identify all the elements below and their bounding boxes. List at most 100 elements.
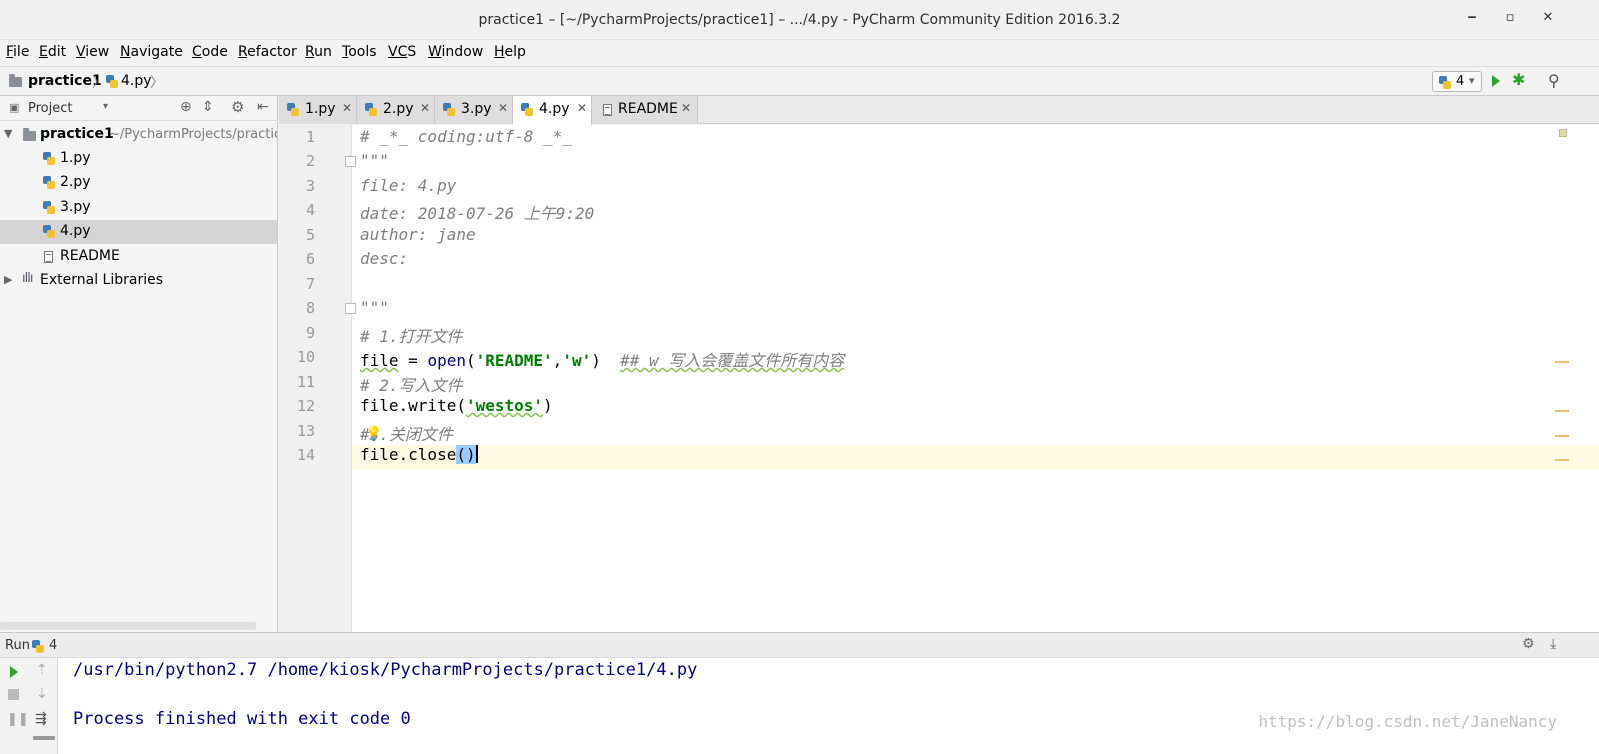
- menu-file[interactable]: File: [6, 44, 29, 60]
- code-token: file.close: [360, 445, 457, 464]
- tab-2py[interactable]: 2.py ✕: [357, 96, 435, 124]
- code-token: ): [591, 351, 621, 370]
- collapsed-arrow-icon[interactable]: ▶: [4, 273, 12, 286]
- code-token: open: [427, 351, 466, 370]
- python-file-icon: [43, 225, 55, 238]
- tree-item-readme[interactable]: README: [0, 245, 277, 269]
- error-stripe-mark[interactable]: [1555, 435, 1569, 437]
- tree-item-label: External Libraries: [40, 272, 163, 288]
- code-editor[interactable]: 1 2 3 4 5 6 7 8 9 10 11 12 13 14 # _*_ c…: [279, 125, 1599, 632]
- expanded-arrow-icon[interactable]: ▼: [4, 127, 12, 140]
- tab-4py[interactable]: 4.py ✕: [513, 96, 592, 125]
- line-number: 14: [296, 446, 315, 464]
- python-file-icon: [443, 103, 455, 116]
- tree-item-2py[interactable]: 2.py: [0, 171, 277, 195]
- code-line-14: file.close(): [360, 445, 478, 464]
- python-file-icon: [365, 103, 377, 116]
- lightbulb-icon[interactable]: 💡: [365, 426, 382, 442]
- fold-marker-icon[interactable]: [345, 156, 356, 167]
- project-panel: ▣ Project ▾ ⊕ ⇕ ⚙ ⇤ ▼ practice1 ~/Pychar…: [0, 96, 278, 632]
- breadcrumb-file[interactable]: 4.py: [121, 73, 152, 89]
- scroll-handle[interactable]: [33, 736, 55, 740]
- line-number: 3: [305, 177, 315, 195]
- tab-readme[interactable]: README ✕: [592, 96, 698, 124]
- watermark: https://blog.csdn.net/JaneNancy: [1258, 712, 1557, 731]
- menu-window[interactable]: Window: [428, 44, 483, 60]
- gear-icon[interactable]: ⚙: [231, 98, 244, 116]
- locate-icon[interactable]: ⊕: [180, 99, 192, 115]
- close-icon[interactable]: ✕: [342, 101, 352, 115]
- close-icon[interactable]: ✕: [498, 101, 508, 115]
- tree-item-external-libraries[interactable]: ▶ ıllı External Libraries: [0, 269, 277, 293]
- arrow-up-icon[interactable]: ⇡: [36, 662, 48, 678]
- rerun-icon[interactable]: [10, 666, 18, 678]
- error-stripe-mark[interactable]: [1555, 459, 1569, 461]
- error-stripe-mark[interactable]: [1555, 410, 1569, 412]
- code-token: 'westos': [465, 396, 544, 415]
- breadcrumb-project[interactable]: practice1: [28, 73, 102, 89]
- python-config-icon: [32, 640, 44, 653]
- gear-icon[interactable]: ⚙: [1522, 636, 1535, 652]
- folder-icon: [9, 74, 22, 87]
- tree-root[interactable]: ▼ practice1 ~/PycharmProjects/practice1: [0, 123, 277, 147]
- tree-item-label: 1.py: [60, 150, 91, 166]
- tab-3py[interactable]: 3.py ✕: [435, 96, 513, 124]
- maximize-button[interactable]: ▫: [1498, 10, 1522, 30]
- fold-marker-icon[interactable]: [345, 303, 356, 314]
- code-line-4: date: 2018-07-26 上午9:20: [360, 204, 595, 223]
- menu-tools[interactable]: Tools: [342, 44, 377, 60]
- code-token: (: [465, 351, 476, 370]
- inspection-status-icon[interactable]: [1559, 129, 1567, 137]
- menu-refactor[interactable]: Refactor: [238, 44, 297, 60]
- hide-panel-icon[interactable]: ⇤: [257, 99, 269, 115]
- line-number: 10: [296, 348, 315, 366]
- code-line-5: author: jane: [360, 225, 476, 244]
- code-token: =: [398, 351, 428, 370]
- python-file-icon: [106, 75, 118, 88]
- code-token: 'README': [475, 351, 553, 370]
- minimize-button[interactable]: ‒: [1460, 10, 1484, 30]
- run-icon[interactable]: [1492, 75, 1500, 87]
- close-icon[interactable]: ✕: [681, 101, 691, 115]
- chevron-down-icon[interactable]: ▾: [103, 101, 108, 112]
- line-number: 5: [305, 226, 315, 244]
- tab-1py[interactable]: 1.py ✕: [279, 96, 357, 124]
- menu-help[interactable]: Help: [494, 44, 526, 60]
- stop-icon[interactable]: [8, 689, 19, 700]
- tree-item-3py[interactable]: 3.py: [0, 196, 277, 220]
- horizontal-scrollbar[interactable]: [0, 622, 256, 630]
- menu-navigate[interactable]: Navigate: [120, 44, 183, 60]
- code-line-6: desc:: [360, 249, 409, 268]
- error-stripe-mark[interactable]: [1555, 361, 1569, 363]
- tab-label: README: [618, 101, 678, 117]
- tab-label: 1.py: [305, 101, 336, 117]
- tab-label: 2.py: [383, 101, 414, 117]
- tree-item-label: 2.py: [60, 174, 91, 190]
- menu-edit[interactable]: Edit: [39, 44, 66, 60]
- close-icon[interactable]: ✕: [577, 101, 587, 115]
- title-bar: practice1 – [~/PycharmProjects/practice1…: [0, 0, 1599, 40]
- tree-item-4py[interactable]: 4.py: [0, 220, 277, 244]
- menu-bar: File Edit View Navigate Code Refactor Ru…: [0, 40, 1599, 66]
- search-icon[interactable]: ⚲: [1548, 71, 1560, 90]
- debug-icon[interactable]: ✱: [1512, 70, 1525, 89]
- project-panel-title[interactable]: Project: [28, 101, 72, 116]
- pause-icon[interactable]: ❚❚: [7, 712, 29, 727]
- code-token: (): [456, 445, 476, 464]
- code-line-9: # 1.打开文件: [360, 327, 463, 346]
- run-console[interactable]: ⇡ ⇣ ❚❚ ⇶ /usr/bin/python2.7 /home/kiosk/…: [0, 658, 1599, 754]
- run-config-selector[interactable]: 4 ▾: [1432, 71, 1482, 92]
- collapse-icon[interactable]: ⇕: [202, 99, 214, 115]
- line-number: 6: [305, 250, 315, 268]
- menu-vcs[interactable]: VCS: [388, 44, 416, 60]
- close-icon[interactable]: ✕: [420, 101, 430, 115]
- hide-panel-icon[interactable]: ⤓: [1550, 636, 1556, 652]
- menu-code[interactable]: Code: [192, 44, 228, 60]
- soft-wrap-icon[interactable]: ⇶: [35, 711, 47, 727]
- arrow-down-icon[interactable]: ⇣: [36, 686, 48, 702]
- menu-run[interactable]: Run: [305, 44, 332, 60]
- close-button[interactable]: ✕: [1536, 10, 1560, 30]
- editor-tabs: 1.py ✕ 2.py ✕ 3.py ✕ 4.py ✕ README ✕: [279, 96, 1599, 125]
- menu-view[interactable]: View: [76, 44, 109, 60]
- tree-item-1py[interactable]: 1.py: [0, 147, 277, 171]
